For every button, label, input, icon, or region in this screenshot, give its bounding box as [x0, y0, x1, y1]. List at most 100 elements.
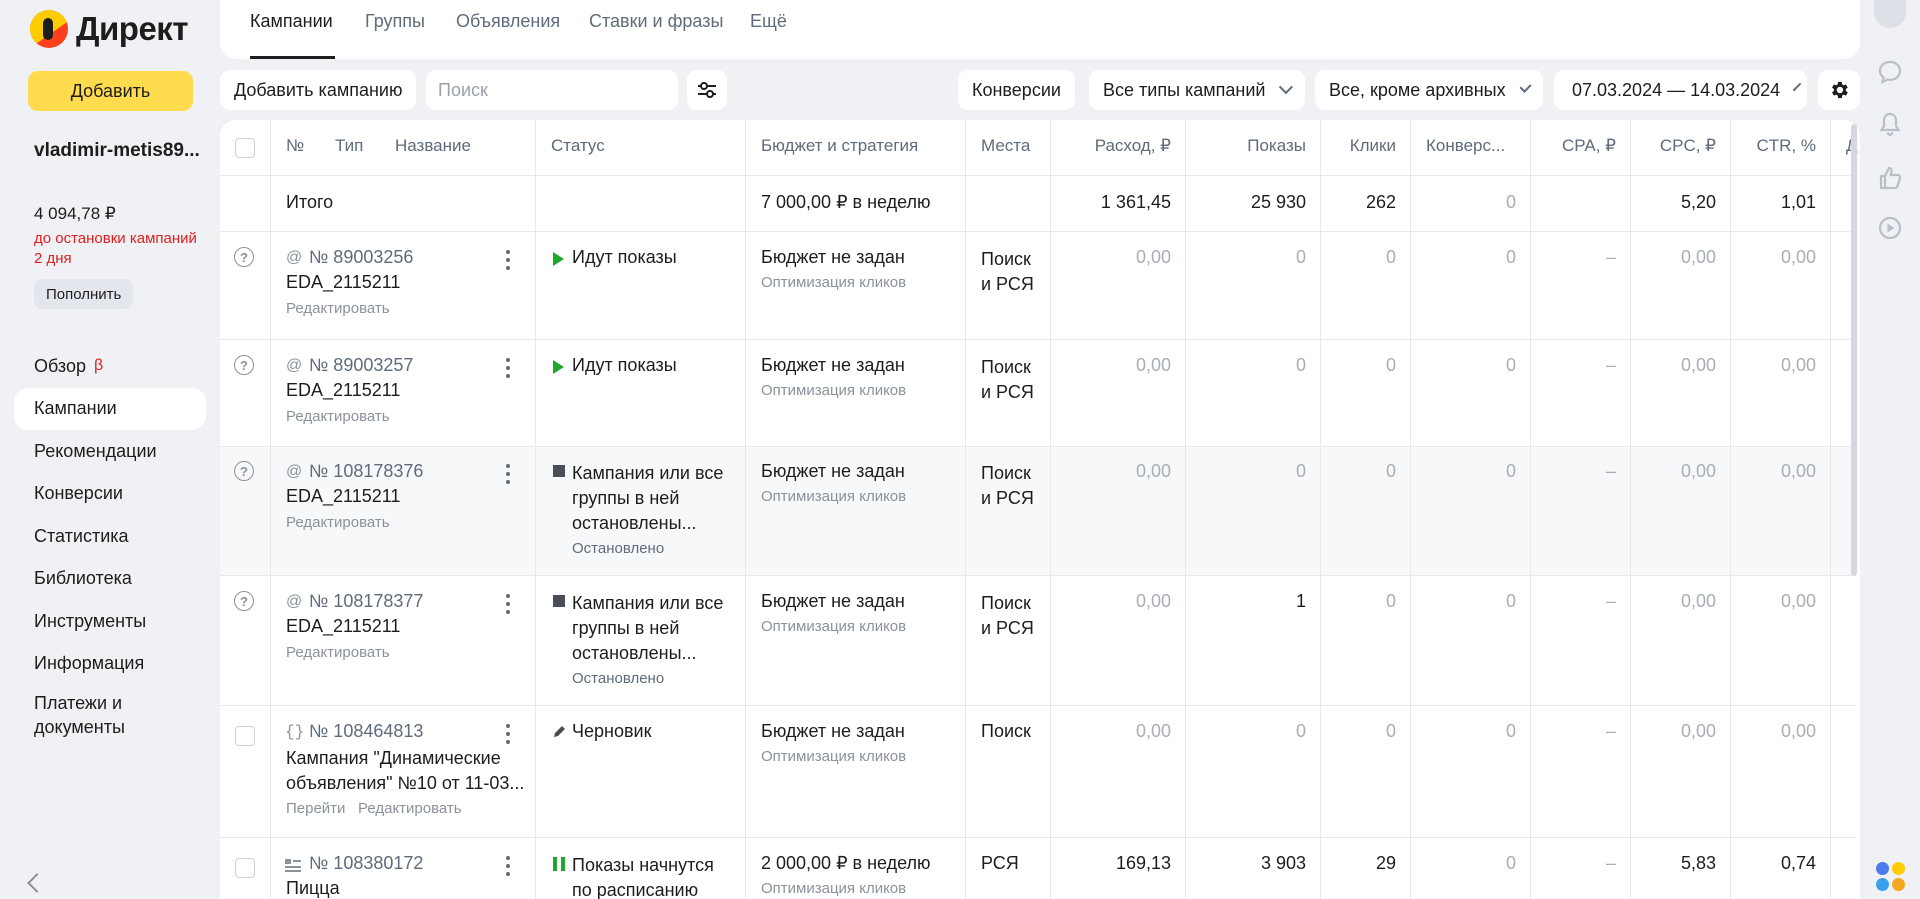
campaign-name[interactable]: Пицца [286, 878, 340, 899]
col-header-conversions[interactable]: Конверс... [1426, 136, 1505, 156]
impressions-value: 1 [1295, 591, 1306, 611]
edit-link[interactable]: Редактировать [286, 514, 390, 531]
conversions-value: 0 [1505, 461, 1516, 481]
date-range-picker[interactable]: 07.03.2024 — 14.03.2024 [1554, 70, 1807, 110]
play-icon [553, 360, 564, 374]
col-header-impressions[interactable]: Показы [1247, 136, 1306, 156]
archive-filter-value: Все, кроме архивных [1329, 79, 1506, 100]
sidebar-item-overview[interactable]: Обзор β [14, 345, 206, 387]
col-header-cpc[interactable]: CPC, ₽ [1660, 136, 1716, 156]
tab-more[interactable]: Ещё [750, 11, 787, 32]
chat-icon[interactable] [1876, 58, 1904, 86]
more-vertical-icon[interactable] [506, 856, 510, 880]
tab-groups[interactable]: Группы [365, 11, 425, 32]
edit-link[interactable]: Редактировать [286, 408, 390, 425]
sidebar-item-label: Рекомендации [34, 440, 157, 461]
question-icon[interactable]: ? [234, 247, 254, 267]
table-row[interactable]: ? @ № 108178377 EDA_2115211 Редактироват… [220, 576, 1856, 706]
logo[interactable]: Директ [30, 6, 188, 52]
table-row[interactable]: № 108380172 Пицца Показы начнутся по рас… [220, 838, 1856, 899]
tab-ads[interactable]: Объявления [456, 11, 560, 32]
col-header-spend[interactable]: Расход, ₽ [1095, 136, 1171, 156]
add-campaign-button[interactable]: Добавить кампанию [220, 70, 417, 110]
campaign-strategy: Оптимизация кликов [761, 382, 907, 399]
campaign-budget: Бюджет не задан [761, 591, 905, 611]
question-icon[interactable]: ? [234, 461, 254, 481]
col-header-type[interactable]: Тип [335, 136, 363, 156]
ctr-value: 0,74 [1780, 853, 1816, 873]
archive-filter-select[interactable]: Все, кроме архивных [1315, 70, 1543, 110]
table-scrollbar[interactable] [1851, 124, 1857, 576]
go-link[interactable]: Перейти [286, 800, 345, 817]
more-vertical-icon[interactable] [506, 724, 510, 748]
tab-campaigns[interactable]: Кампании [250, 11, 333, 32]
apps-icon[interactable] [1876, 862, 1906, 892]
question-icon[interactable]: ? [234, 355, 254, 375]
more-vertical-icon[interactable] [506, 464, 510, 488]
collapse-sidebar-icon[interactable] [27, 873, 47, 893]
play-circle-icon[interactable] [1876, 214, 1904, 242]
conversions-button[interactable]: Конверсии [958, 70, 1075, 110]
clicks-value: 0 [1385, 355, 1396, 375]
at-icon: @ [286, 593, 303, 610]
table-row[interactable]: ? @ № 89003257 EDA_2115211 Редактировать… [220, 340, 1856, 447]
sidebar-item-recommendations[interactable]: Рекомендации [14, 430, 206, 472]
col-header-name[interactable]: Название [395, 136, 471, 156]
avatar[interactable] [1874, 0, 1906, 28]
impressions-value: 0 [1295, 355, 1306, 375]
cpa-value: – [1605, 853, 1616, 873]
bell-icon[interactable] [1876, 110, 1904, 138]
more-vertical-icon[interactable] [506, 594, 510, 618]
campaign-name[interactable]: EDA_2115211 [286, 380, 400, 401]
edit-link[interactable]: Редактировать [358, 800, 462, 817]
user-login[interactable]: vladimir-metis89... [34, 140, 200, 162]
more-vertical-icon[interactable] [506, 250, 510, 274]
tab-bids-phrases[interactable]: Ставки и фразы [589, 11, 723, 32]
sidebar-item-information[interactable]: Информация [14, 643, 206, 685]
edit-link[interactable]: Редактировать [286, 300, 390, 317]
campaign-number: № 108464813 [309, 721, 424, 741]
col-header-cpa[interactable]: CPA, ₽ [1562, 136, 1616, 156]
table-settings-button[interactable] [1818, 70, 1860, 110]
thumbs-up-icon[interactable] [1876, 164, 1904, 192]
col-header-clicks[interactable]: Клики [1350, 136, 1396, 156]
search-input[interactable] [426, 70, 678, 110]
edit-link[interactable]: Редактировать [286, 644, 390, 661]
campaign-types-select[interactable]: Все типы кампаний [1089, 70, 1305, 110]
select-all-checkbox[interactable] [235, 138, 255, 158]
add-button[interactable]: Добавить [28, 71, 193, 111]
col-header-places[interactable]: Места [981, 136, 1030, 156]
total-cpc: 5,20 [1680, 192, 1716, 212]
spend-value: 0,00 [1135, 591, 1171, 611]
clicks-value: 29 [1375, 853, 1396, 873]
campaign-name[interactable]: EDA_2115211 [286, 272, 400, 293]
row-checkbox[interactable] [235, 858, 255, 878]
filter-settings-button[interactable] [687, 70, 727, 110]
campaign-status: Показы начнутся по расписанию [572, 855, 714, 899]
sidebar-item-campaigns[interactable]: Кампании [14, 387, 206, 430]
topup-button[interactable]: Пополнить [34, 279, 134, 309]
sidebar-item-statistics[interactable]: Статистика [14, 515, 206, 557]
campaign-budget: Бюджет не задан [761, 721, 905, 741]
col-header-budget[interactable]: Бюджет и стратегия [761, 136, 918, 156]
campaign-name[interactable]: EDA_2115211 [286, 486, 400, 507]
total-conversions: 0 [1505, 192, 1516, 212]
row-checkbox[interactable] [235, 726, 255, 746]
conversions-value: 0 [1505, 853, 1516, 873]
table-row[interactable]: {} № 108464813 Кампания "Динамические об… [220, 706, 1856, 838]
col-header-ctr[interactable]: CTR, % [1757, 136, 1817, 156]
campaign-places: Поиск [981, 721, 1031, 741]
sidebar-item-library[interactable]: Библиотека [14, 558, 206, 600]
col-header-status[interactable]: Статус [551, 136, 605, 156]
sidebar-item-conversions[interactable]: Конверсии [14, 473, 206, 515]
sidebar-item-payments[interactable]: Платежи и документы [14, 685, 206, 741]
campaign-number: № 89003256 [309, 247, 414, 267]
col-header-num[interactable]: № [286, 136, 304, 156]
sidebar-item-tools[interactable]: Инструменты [14, 600, 206, 642]
campaign-name[interactable]: Кампания "Динамические объявления" №10 о… [286, 746, 531, 796]
table-row[interactable]: ? @ № 89003256 EDA_2115211 Редактировать… [220, 232, 1856, 340]
campaign-name[interactable]: EDA_2115211 [286, 616, 400, 637]
question-icon[interactable]: ? [234, 591, 254, 611]
table-row[interactable]: ? @ № 108178376 EDA_2115211 Редактироват… [220, 447, 1856, 576]
more-vertical-icon[interactable] [506, 358, 510, 382]
